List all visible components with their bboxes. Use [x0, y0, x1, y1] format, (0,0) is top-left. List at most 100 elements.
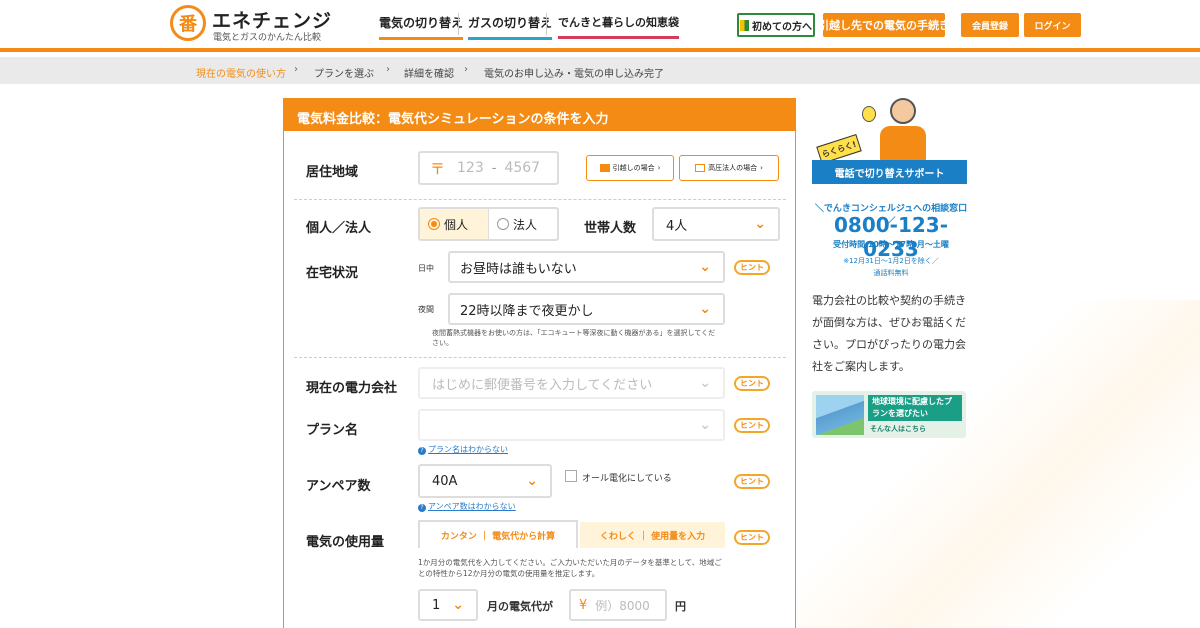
logo-name[interactable]: エネチェンジ: [212, 6, 332, 33]
nav-divider: [546, 13, 547, 35]
hint-button[interactable]: ヒント: [734, 260, 770, 275]
radio-checked-icon: [428, 218, 440, 230]
usage-description: 1か月分の電気代を入力してください。ご入力いただいた月のデータを基準として、地域…: [418, 558, 722, 578]
moving-case-label: 引越しの場合: [612, 164, 655, 172]
hours-note-line1: ※12月31日〜1月2日を除く／: [843, 257, 939, 265]
breadcrumb-step: プランを選ぶ: [314, 69, 374, 80]
nighttime-select[interactable]: 22時以降まで夜更かし ⌄: [448, 293, 725, 325]
operator-illustration: [890, 98, 916, 124]
beginner-button-label: 初めての方へ: [752, 21, 812, 33]
ampere-unknown-link[interactable]: ? アンペア数はわからない: [418, 501, 516, 512]
eco-plan-title: 地球環境に配慮したプランを選びたい: [868, 395, 962, 421]
chevron-right-icon: ›: [464, 64, 468, 75]
tab-detail[interactable]: くわしく ｜ 使用量を入力: [580, 522, 725, 548]
all-electric-checkbox[interactable]: [565, 470, 577, 482]
solar-panel-image: [816, 395, 864, 435]
all-electric-label: オール電化にしている: [582, 474, 672, 484]
breadcrumb: 現在の電気の使い方 › プランを選ぶ › 詳細を確認 › 電気のお申し込み・電気…: [0, 57, 1200, 84]
household-select[interactable]: 4人 ⌄: [652, 207, 780, 241]
breadcrumb-step: 詳細を確認: [404, 69, 454, 80]
radio-personal[interactable]: 個人: [420, 209, 489, 239]
hint-button[interactable]: ヒント: [734, 418, 770, 433]
plan-label: プラン名: [306, 423, 359, 438]
daytime-value: お昼時は誰もいない: [460, 261, 577, 277]
form-title: 電気料金比較：電気代シミュレーションの条件を入力: [284, 99, 795, 131]
current-company-select[interactable]: はじめに郵便番号を入力してください ⌄: [418, 367, 725, 399]
bill-amount-input[interactable]: ¥ 例）8000: [569, 589, 667, 621]
yen-icon: ¥: [579, 597, 588, 613]
hours-note: ※12月31日〜1月2日を除く／ 通話料無料: [812, 255, 970, 279]
chevron-right-icon: ›: [657, 164, 661, 172]
moving-procedure-button[interactable]: 引越し先での電気の手続き: [818, 13, 950, 37]
radio-corp-label: 法人: [513, 217, 538, 232]
site-header: 番 エネチェンジ 電気とガスのかんたん比較 電気の切り替え ガスの切り替え でん…: [0, 0, 1200, 52]
chevron-right-icon: ›: [760, 164, 763, 172]
building-icon: [695, 164, 706, 172]
moving-case-button[interactable]: 引越しの場合 ›: [586, 155, 674, 181]
nav-divider: [458, 13, 459, 35]
breadcrumb-step-current: 現在の電気の使い方: [196, 69, 286, 80]
breadcrumb-step: 電気のお申し込み・電気の申し込み完了: [484, 69, 664, 80]
question-icon: ?: [418, 447, 426, 455]
nav-tips[interactable]: でんきと暮らしの知恵袋: [558, 14, 679, 39]
chevron-down-icon: ⌄: [754, 216, 766, 232]
simulation-form: 電気料金比較：電気代シミュレーションの条件を入力 居住地域 〒 123 - 45…: [283, 98, 796, 628]
chevron-down-icon: ⌄: [452, 597, 464, 613]
nighttime-label: 夜間: [418, 305, 434, 314]
household-value: 4人: [666, 218, 688, 234]
current-company-label: 現在の電力会社: [306, 381, 398, 396]
business-hours: 受付時間 10時〜17時 月〜土曜: [833, 240, 949, 249]
yen-unit: 円: [675, 600, 686, 613]
radio-corp[interactable]: 法人: [489, 216, 557, 233]
nav-gas[interactable]: ガスの切り替え: [468, 14, 553, 40]
phone-number[interactable]: 0800-123-0233: [812, 213, 970, 261]
address-label: 居住地域: [306, 165, 359, 180]
month-select[interactable]: 1 ⌄: [418, 589, 478, 621]
hours-note-line2: 通話料無料: [873, 269, 909, 277]
plan-select[interactable]: ⌄: [418, 409, 725, 441]
tab-simple[interactable]: カンタン ｜ 電気代から計算: [418, 520, 578, 548]
corp-case-label: 高圧法人の場合: [708, 164, 758, 172]
daytime-select[interactable]: お昼時は誰もいない ⌄: [448, 251, 725, 283]
chevron-down-icon: ⌄: [699, 417, 711, 433]
radio-unchecked-icon: [497, 218, 509, 230]
logo-icon[interactable]: 番: [170, 5, 206, 41]
nighttime-note: 夜間蓄熱式機器をお使いの方は、「エコキュート等深夜に動く機器がある」を選択してく…: [432, 329, 716, 347]
contract-type-label: 個人／法人: [306, 221, 372, 236]
logo-tagline: 電気とガスのかんたん比較: [213, 33, 322, 43]
daytime-label: 日中: [418, 264, 434, 273]
bill-amount-placeholder: 例）8000: [595, 598, 650, 613]
month-value: 1: [432, 597, 441, 613]
operator-illustration-body: [880, 126, 926, 160]
plan-unknown-link[interactable]: ? プラン名はわからない: [418, 444, 508, 455]
register-button[interactable]: 会員登録: [961, 13, 1019, 37]
month-suffix: 月の電気代が: [487, 600, 553, 613]
hint-button[interactable]: ヒント: [734, 376, 770, 391]
beginner-button[interactable]: 初めての方へ: [737, 13, 815, 37]
login-button[interactable]: ログイン: [1024, 13, 1081, 37]
ampere-unknown-label: アンペア数はわからない: [428, 502, 516, 511]
nighttime-value: 22時以降まで夜更かし: [460, 303, 594, 319]
zip2-input[interactable]: 4567: [504, 160, 540, 176]
nav-electricity[interactable]: 電気の切り替え: [379, 14, 464, 40]
hint-button[interactable]: ヒント: [734, 474, 770, 489]
ampere-select[interactable]: 40A ⌄: [418, 464, 552, 498]
phone-support-banner[interactable]: 電話で切り替えサポート: [812, 160, 967, 184]
box-icon: [599, 164, 610, 172]
zip-code-field[interactable]: 〒 123 - 4567: [418, 151, 559, 185]
zip1-input[interactable]: 123: [457, 160, 484, 176]
current-company-placeholder: はじめに郵便番号を入力してください: [432, 377, 653, 393]
contract-type-radio-group: 個人 法人: [418, 207, 559, 241]
section-divider: [294, 199, 786, 200]
lightbulb-icon: [862, 106, 876, 122]
hint-button[interactable]: ヒント: [734, 530, 770, 545]
chevron-right-icon: ›: [386, 64, 390, 75]
home-status-label: 在宅状況: [306, 266, 359, 281]
chevron-down-icon: ⌄: [699, 375, 711, 391]
high-voltage-corp-button[interactable]: 高圧法人の場合 ›: [679, 155, 779, 181]
ampere-label: アンペア数: [306, 479, 371, 494]
eco-plan-banner[interactable]: 地球環境に配慮したプランを選びたい そんな人はこちら: [812, 391, 966, 438]
household-label: 世帯人数: [584, 221, 637, 236]
beginner-mark-icon: [740, 19, 749, 31]
chevron-down-icon: ⌄: [699, 259, 711, 275]
